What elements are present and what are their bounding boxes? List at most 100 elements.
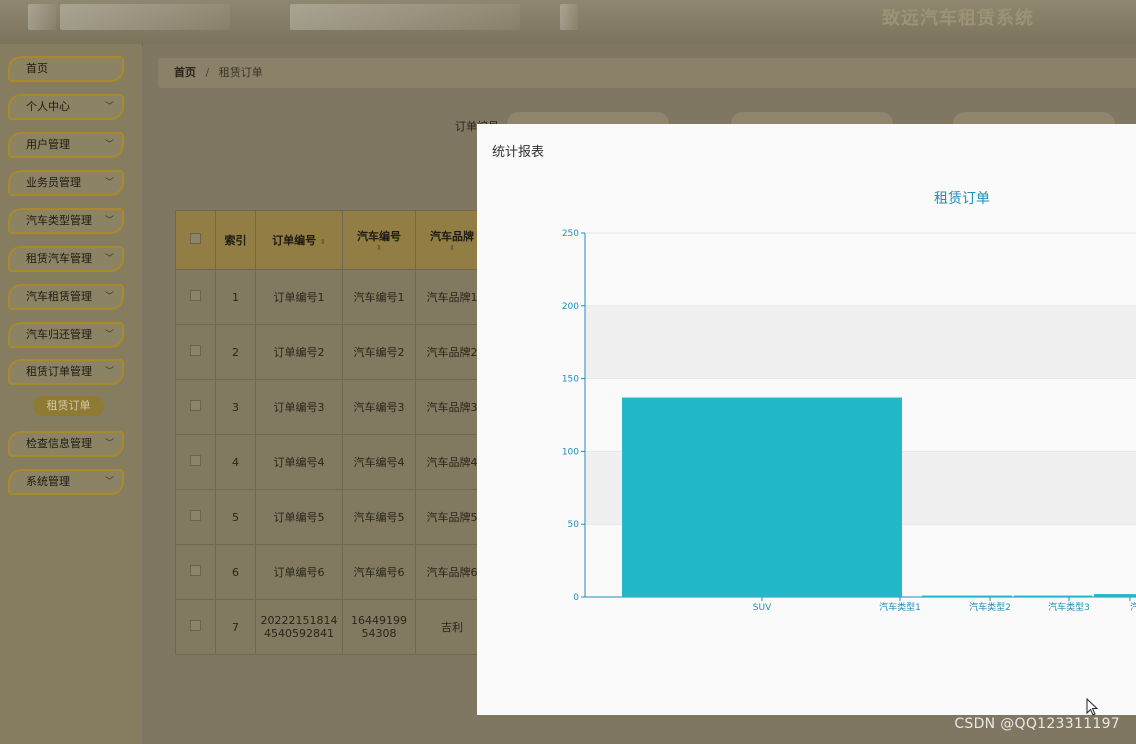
sidebar-item-label: 汽车类型管理 [26,214,92,227]
table-cell: 2 [215,324,256,380]
bar[interactable] [622,397,902,597]
chevron-down-icon: ﹀ [104,367,114,377]
chevron-down-icon: ﹀ [104,102,114,112]
chevron-down-icon: ﹀ [104,216,114,226]
column-header-label: 汽车品牌 [430,230,474,243]
y-tick-label: 100 [562,447,579,457]
table-cell: 订单编号3 [255,379,343,435]
sidebar-item-label: 汽车归还管理 [26,328,92,341]
sidebar: 首页 个人中心 ﹀ 用户管理 ﹀ 业务员管理 ﹀ 汽车类型管理 ﹀ 租赁汽车管理 ﹀ 汽车… [0,44,142,744]
sidebar-item-users[interactable]: 用户管理 ﹀ [8,132,124,158]
row-checkbox[interactable] [175,434,216,490]
x-tick-label: 汽 [1130,601,1136,613]
chevron-down-icon: ﹀ [104,330,114,340]
table-cell: 订单编号1 [255,269,343,325]
checkbox-icon [190,510,201,521]
chevron-down-icon: ﹀ [104,140,114,150]
table-cell: 5 [215,489,256,545]
table-cell: 汽车编号3 [342,379,416,435]
y-tick-label: 50 [568,520,580,530]
header-decoration [28,4,56,30]
table-cell: 订单编号2 [255,324,343,380]
checkbox-icon [190,400,201,411]
row-checkbox[interactable] [175,324,216,380]
table-cell: 汽车编号5 [342,489,416,545]
sidebar-item-label: 系统管理 [26,475,70,488]
column-header-index: 索引 [215,210,256,270]
top-header: 致远汽车租赁系统 [0,0,1136,46]
header-decoration [560,4,578,30]
column-header-label: 汽车编号 [357,230,401,243]
bar-chart: 0 50 100 150 200 250 SUV 汽车类型1 汽车类型2 汽车类型3 汽 [562,229,1136,613]
table-cell: 20222151814 4540592841 [255,599,343,655]
x-tick-label: 汽车类型2 [969,601,1011,613]
table-cell: 订单编号4 [255,434,343,490]
checkbox-icon [190,290,201,301]
x-tick-label: SUV [753,603,772,613]
sidebar-item-car-return[interactable]: 汽车归还管理 ﹀ [8,322,124,348]
column-header-order-no[interactable]: 订单编号 ⇕ [255,210,343,270]
sidebar-item-car-types[interactable]: 汽车类型管理 ﹀ [8,208,124,234]
x-tick-label: 汽车类型1 [879,601,921,613]
sidebar-item-car-rental[interactable]: 汽车租赁管理 ﹀ [8,284,124,310]
table-cell: 汽车编号6 [342,544,416,600]
chevron-down-icon: ﹀ [104,254,114,264]
sidebar-item-system[interactable]: 系统管理 ﹀ [8,469,124,495]
chevron-down-icon: ﹀ [104,292,114,302]
sidebar-item-salesman[interactable]: 业务员管理 ﹀ [8,170,124,196]
sort-icon[interactable]: ⇕ [344,244,414,252]
row-checkbox[interactable] [175,544,216,600]
row-checkbox[interactable] [175,379,216,435]
table-cell: 汽车编号4 [342,434,416,490]
sidebar-item-label: 汽车租赁管理 [26,290,92,303]
grid-band [585,305,1136,379]
sort-icon[interactable]: ⇕ [320,238,326,246]
sidebar-item-inspection[interactable]: 检查信息管理 ﹀ [8,431,124,457]
statistics-modal: 统计报表 租赁订单 0 50 100 150 200 250 SUV 汽车类型1 汽车类型2 汽车… [477,124,1136,715]
checkbox-icon [190,455,201,466]
table-cell: 6 [215,544,256,600]
select-all-checkbox[interactable] [175,210,216,270]
table-cell: 4 [215,434,256,490]
y-tick-label: 150 [562,375,579,385]
sidebar-item-label: 首页 [26,62,48,75]
header-decoration [60,4,230,30]
checkbox-icon [190,233,201,244]
breadcrumb-separator: / [205,66,210,79]
checkbox-icon [190,620,201,631]
table-cell: 3 [215,379,256,435]
sidebar-item-rental-cars[interactable]: 租赁汽车管理 ﹀ [8,246,124,272]
checkbox-icon [190,565,201,576]
sidebar-item-label: 检查信息管理 [26,437,92,450]
row-checkbox[interactable] [175,269,216,325]
breadcrumb-home[interactable]: 首页 [174,66,196,79]
table-cell: 汽车编号2 [342,324,416,380]
row-checkbox[interactable] [175,489,216,545]
breadcrumb-current: 租赁订单 [218,66,263,79]
table-cell: 16449199 54308 [342,599,416,655]
y-tick-label: 200 [562,302,579,312]
sidebar-item-home[interactable]: 首页 [8,56,124,82]
system-title: 致远汽车租赁系统 [882,8,1034,29]
sidebar-item-rental-orders[interactable]: 租赁订单管理 ﹀ [8,359,124,385]
bar[interactable] [922,595,1012,597]
table-cell: 汽车编号1 [342,269,416,325]
chevron-down-icon: ﹀ [104,178,114,188]
table-cell: 7 [215,599,256,655]
checkbox-icon [190,345,201,356]
sidebar-item-label: 租赁汽车管理 [26,252,92,265]
bar[interactable] [1094,594,1136,597]
column-header-car-no[interactable]: 汽车编号 ⇕ [342,210,416,270]
table-cell: 1 [215,269,256,325]
table-cell: 订单编号6 [255,544,343,600]
mouse-cursor-icon [1086,698,1099,716]
y-tick-label: 250 [562,229,579,239]
sidebar-item-profile[interactable]: 个人中心 ﹀ [8,94,124,120]
sidebar-item-label: 个人中心 [26,100,70,113]
submenu-rental-order[interactable]: 租赁订单 [33,396,104,416]
chevron-down-icon: ﹀ [104,477,114,487]
sidebar-item-label: 用户管理 [26,138,70,151]
column-header-label: 订单编号 [272,234,317,247]
row-checkbox[interactable] [175,599,216,655]
bar[interactable] [1014,595,1092,597]
